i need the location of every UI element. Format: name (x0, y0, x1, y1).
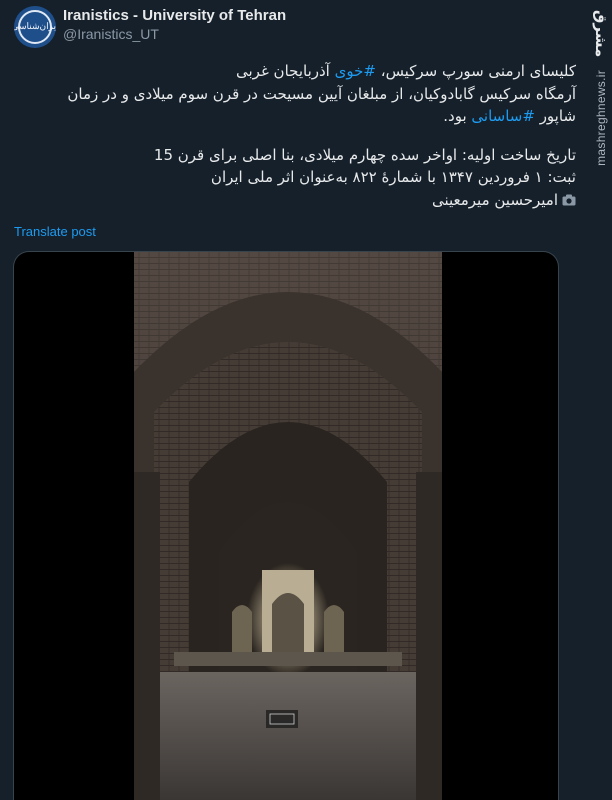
tweet-line: امیرحسین میرمعینی (46, 189, 576, 212)
watermark-logo: مشرق (592, 10, 610, 58)
account-name[interactable]: Iranistics - University of Tehran (63, 7, 286, 24)
account-handle[interactable]: @Iranistics_UT (63, 26, 159, 42)
tweet-line: کلیسای ارمنی سورپ سرکیس، #خوی آذربایجان … (46, 60, 576, 83)
video-frame (134, 252, 442, 800)
watermark-url: mashreghnews.ir (594, 70, 608, 166)
text-segment: بود. (443, 107, 472, 125)
hashtag-khoy[interactable]: #خوی (335, 62, 376, 80)
scrollbar[interactable] (604, 400, 612, 800)
hashtag-sasani[interactable]: #ساسانی (471, 107, 535, 125)
tweet-line: شاپور #ساسانی بود. (46, 105, 576, 128)
video-player[interactable] (13, 251, 559, 800)
watermark: مشرق mashreghnews.ir (588, 0, 612, 400)
camera-icon (562, 194, 576, 205)
avatar[interactable]: ایران‌شناسی (14, 6, 56, 48)
avatar-emblem: ایران‌شناسی (14, 10, 56, 44)
text-segment: امیرحسین میرمعینی (431, 190, 558, 209)
text-segment: کلیسای ارمنی سورپ سرکیس، (375, 62, 576, 80)
tweet-text: کلیسای ارمنی سورپ سرکیس، #خوی آذربایجان … (46, 60, 576, 211)
text-segment: آذربایجان غربی (235, 62, 335, 80)
tweet-line: آرمگاه سرکیس گابادوکیان، از مبلغان آیین … (67, 84, 576, 103)
avatar-text: ایران‌شناسی (14, 22, 56, 32)
tweet-line: تاریخ ساخت اولیه: اواخر سده چهارم میلادی… (153, 145, 576, 164)
tweet-line: ثبت: ۱ فروردین ۱۳۴۷ با شمارهٔ ۸۲۲ به‌عنو… (210, 168, 576, 186)
text-segment: شاپور (534, 107, 576, 125)
translate-post-link[interactable]: Translate post (14, 224, 96, 239)
